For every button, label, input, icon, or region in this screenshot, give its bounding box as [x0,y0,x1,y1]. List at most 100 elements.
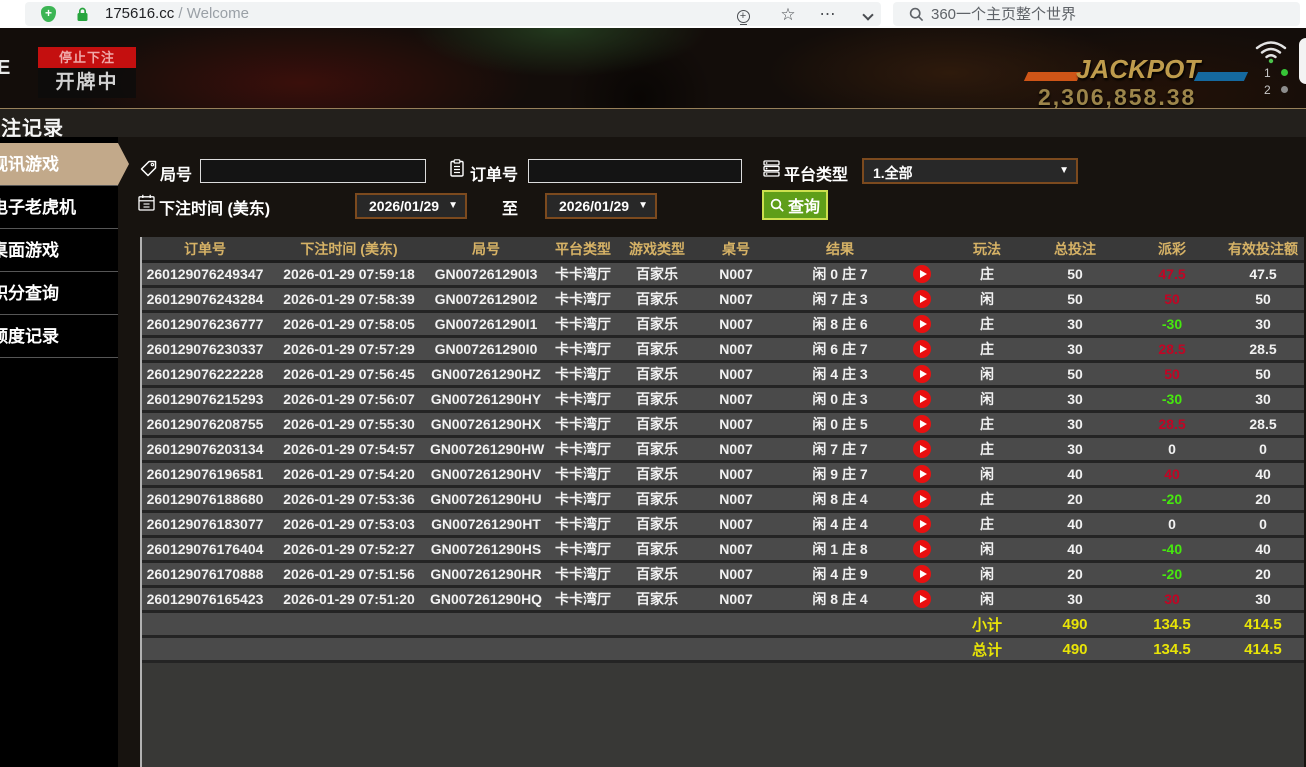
cell-round: GN007261290HV [430,466,542,482]
cell-platform: 卡卡湾厅 [542,564,624,584]
chevron-down-icon[interactable] [859,6,877,24]
bookmark-star-icon[interactable]: ☆ [779,6,797,24]
query-search-icon [770,198,785,213]
cell-game: 百家乐 [624,364,690,384]
table-row: 2601290761830772026-01-29 07:53:03GN0072… [142,513,1304,538]
address-bar[interactable]: + 175616.cc / Welcome + ☆ ⋯ [25,2,881,26]
cell-time: 2026-01-29 07:53:03 [268,516,430,532]
cell-payout: 0 [1122,441,1222,457]
cell-round: GN007261290I3 [430,266,542,282]
sidebar-item-label: 电子老虎机 [0,186,76,229]
play-icon[interactable] [913,440,931,458]
translate-icon[interactable]: + [734,6,752,24]
cell-payout: -20 [1122,566,1222,582]
date-to-value: 2026/01/29 [559,198,629,214]
cell-valid: 30 [1222,591,1304,607]
line-2-status-dot [1281,86,1288,93]
sidebar-item-3[interactable]: 积分查询 [0,272,118,315]
play-icon[interactable] [913,465,931,483]
browser-search-input[interactable] [931,2,1281,26]
sidebar-item-1[interactable]: 电子老虎机 [0,186,118,229]
cell-platform: 卡卡湾厅 [542,264,624,284]
cell-table: N007 [690,366,782,382]
play-icon[interactable] [913,315,931,333]
cell-table: N007 [690,391,782,407]
browser-search-box[interactable] [893,2,1300,26]
cell-bet: 490 [1028,616,1122,633]
play-icon[interactable] [913,415,931,433]
table-row: 2601290762087552026-01-29 07:55:30GN0072… [142,413,1304,438]
sidebar-item-label: 视讯游戏 [0,143,59,186]
browser-bar: + 175616.cc / Welcome + ☆ ⋯ [0,0,1306,28]
sidebar-item-label: 积分查询 [0,272,59,315]
cell-payout: 47.5 [1122,266,1222,282]
play-icon[interactable] [913,290,931,308]
cell-table: N007 [690,416,782,432]
cell-order: 260129076203134 [142,441,268,457]
platform-type-select[interactable]: 1.全部 ▼ [862,158,1078,184]
cell-bet: 50 [1028,266,1122,282]
cell-bet: 50 [1028,366,1122,382]
more-options-icon[interactable]: ⋯ [819,6,837,24]
cell-table: N007 [690,466,782,482]
order-id-label: 订单号 [470,161,518,185]
cell-result: 闲 0 庄 3 [782,389,898,409]
play-icon[interactable] [913,340,931,358]
sidebar-item-2[interactable]: 桌面游戏 [0,229,118,272]
cell-result: 闲 6 庄 7 [782,339,898,359]
play-icon[interactable] [913,540,931,558]
lock-icon[interactable] [76,7,89,22]
cell-result: 闲 8 庄 4 [782,589,898,609]
cell-valid: 20 [1222,566,1304,582]
game-status: 停止下注 开牌中 [38,47,136,98]
table-row: 2601290761654232026-01-29 07:51:20GN0072… [142,588,1304,613]
sidebar-item-4[interactable]: 额度记录 [0,315,118,358]
cell-result: 闲 7 庄 3 [782,289,898,309]
cell-payout: 40 [1122,466,1222,482]
cell-payout: -40 [1122,541,1222,557]
line-2-label[interactable]: 2 [1264,83,1271,97]
cell-platform: 卡卡湾厅 [542,314,624,334]
cell-bet: 30 [1028,591,1122,607]
cell-round: GN007261290HW [430,441,542,457]
url-text[interactable]: 175616.cc / Welcome [105,5,249,22]
header-bet: 总投注 [1028,239,1122,259]
table-header-row: 订单号下注时间 (美东)局号平台类型游戏类型桌号结果玩法总投注派彩有效投注额 [142,237,1304,263]
cell-round: GN007261290HZ [430,366,542,382]
main-area: 视讯游戏电子老虎机桌面游戏积分查询额度记录 局号 订单号 平台类型 1.全部 ▼ [0,137,1306,767]
cell-play [898,565,946,583]
query-button[interactable]: 查询 [762,190,828,220]
date-from-select[interactable]: 2026/01/29 ▼ [355,193,467,219]
play-icon[interactable] [913,390,931,408]
cell-playtype: 庄 [946,264,1028,284]
jackpot-value: 2,306,858.38 [1038,84,1196,108]
cell-order: 260129076188680 [142,491,268,507]
cell-payout: 134.5 [1122,641,1222,658]
header-round: 局号 [430,239,542,259]
video-banner: E 停止下注 开牌中 JACKPOT 2,306,858.38 1 2 [0,28,1306,108]
table-row: 2601290762303372026-01-29 07:57:29GN0072… [142,338,1304,363]
cell-payout: 0 [1122,516,1222,532]
play-icon[interactable] [913,365,931,383]
play-icon[interactable] [913,265,931,283]
cell-platform: 卡卡湾厅 [542,589,624,609]
round-id-input[interactable] [200,159,426,183]
header-table: 桌号 [690,239,782,259]
line-1-label[interactable]: 1 [1264,66,1271,80]
play-icon[interactable] [913,515,931,533]
play-icon[interactable] [913,490,931,508]
sidebar-item-0[interactable]: 视讯游戏 [0,143,118,186]
header-result: 结果 [782,239,898,259]
shield-plus-icon[interactable]: + [41,6,56,22]
table-row: 2601290762432842026-01-29 07:58:39GN0072… [142,288,1304,313]
play-icon[interactable] [913,590,931,608]
jackpot-stripe-left [1024,72,1081,81]
round-id-label: 局号 [160,161,192,185]
order-id-input[interactable] [528,159,742,183]
cell-play [898,415,946,433]
play-icon[interactable] [913,565,931,583]
date-to-select[interactable]: 2026/01/29 ▼ [545,193,657,219]
cell-result: 闲 8 庄 6 [782,314,898,334]
cell-platform: 卡卡湾厅 [542,339,624,359]
cell-valid: 28.5 [1222,341,1304,357]
